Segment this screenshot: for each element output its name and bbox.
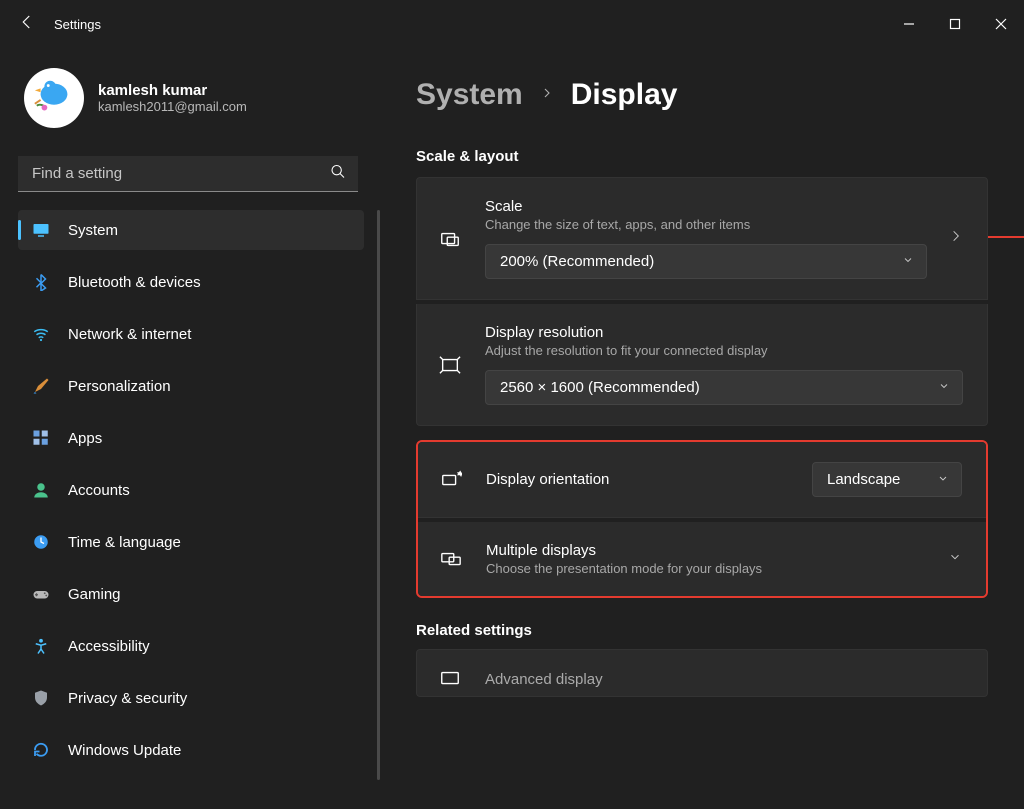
sidebar-item-label: Bluetooth & devices <box>68 274 201 291</box>
sidebar-item-system[interactable]: System <box>18 210 364 250</box>
sidebar-item-label: Gaming <box>68 586 121 603</box>
resolution-title: Display resolution <box>485 324 963 341</box>
sidebar-item-apps[interactable]: Apps <box>18 418 364 458</box>
advanced-display-title: Advanced display <box>485 671 963 688</box>
paintbrush-icon <box>32 377 50 395</box>
scale-value: 200% (Recommended) <box>500 253 654 270</box>
orientation-icon <box>438 469 464 491</box>
sidebar-item-label: Apps <box>68 430 102 447</box>
sidebar-item-bluetooth[interactable]: Bluetooth & devices <box>18 262 364 302</box>
orientation-select[interactable]: Landscape <box>812 462 962 497</box>
highlight-annotation: Display orientation Landscape Multiple d… <box>416 440 988 598</box>
wifi-icon <box>32 325 50 343</box>
scale-title: Scale <box>485 198 927 215</box>
user-profile[interactable]: kamlesh kumar kamlesh2011@gmail.com <box>18 58 380 150</box>
maximize-button[interactable] <box>932 1 978 47</box>
advanced-display-card[interactable]: Advanced display <box>416 649 988 697</box>
scale-card[interactable]: Scale Change the size of text, apps, and… <box>416 177 988 300</box>
related-settings-heading: Related settings <box>416 622 988 639</box>
advanced-display-icon <box>437 668 463 690</box>
sidebar-item-windows-update[interactable]: Windows Update <box>18 730 364 770</box>
multiple-displays-icon <box>438 548 464 570</box>
nav-list: System Bluetooth & devices Network & int… <box>18 210 380 780</box>
chevron-down-icon <box>937 471 949 488</box>
system-icon <box>32 221 50 239</box>
titlebar: Settings <box>0 0 1024 48</box>
scale-select[interactable]: 200% (Recommended) <box>485 244 927 279</box>
chevron-right-icon <box>541 86 553 104</box>
chevron-down-icon <box>902 253 914 270</box>
gamepad-icon <box>32 585 50 603</box>
back-button[interactable] <box>18 13 36 36</box>
search-input[interactable] <box>18 156 358 192</box>
scale-layout-heading: Scale & layout <box>416 148 988 165</box>
breadcrumb-current: Display <box>571 78 678 112</box>
resolution-subtitle: Adjust the resolution to fit your connec… <box>485 343 963 358</box>
multiple-displays-card[interactable]: Multiple displays Choose the presentatio… <box>418 522 986 596</box>
chevron-down-icon <box>938 379 950 396</box>
sidebar-item-label: Time & language <box>68 534 181 551</box>
settings-window: Settings <box>0 0 1024 809</box>
breadcrumb-parent[interactable]: System <box>416 78 523 112</box>
sidebar-item-label: Windows Update <box>68 742 181 759</box>
update-icon <box>32 741 50 759</box>
sidebar-item-label: Personalization <box>68 378 171 395</box>
minimize-button[interactable] <box>886 1 932 47</box>
multiple-displays-subtitle: Choose the presentation mode for your di… <box>486 561 926 576</box>
resolution-card[interactable]: Display resolution Adjust the resolution… <box>416 304 988 426</box>
sidebar-item-label: System <box>68 222 118 239</box>
sidebar-item-accounts[interactable]: Accounts <box>18 470 364 510</box>
resolution-icon <box>437 354 463 376</box>
avatar <box>24 68 84 128</box>
sidebar-item-label: Privacy & security <box>68 690 187 707</box>
apps-icon <box>32 429 50 447</box>
search-icon <box>330 164 346 185</box>
sidebar-item-label: Accounts <box>68 482 130 499</box>
scale-icon <box>437 228 463 250</box>
sidebar-item-personalization[interactable]: Personalization <box>18 366 364 406</box>
main-content: System Display Scale & layout Scale <box>380 48 1024 809</box>
clock-globe-icon <box>32 533 50 551</box>
sidebar-item-time-language[interactable]: Time & language <box>18 522 364 562</box>
close-button[interactable] <box>978 1 1024 47</box>
scale-subtitle: Change the size of text, apps, and other… <box>485 217 927 232</box>
accessibility-icon <box>32 637 50 655</box>
orientation-card[interactable]: Display orientation Landscape <box>418 442 986 518</box>
sidebar-item-label: Network & internet <box>68 326 191 343</box>
person-icon <box>32 481 50 499</box>
sidebar: kamlesh kumar kamlesh2011@gmail.com Syst… <box>0 48 380 809</box>
sidebar-item-network[interactable]: Network & internet <box>18 314 364 354</box>
resolution-value: 2560 × 1600 (Recommended) <box>500 379 700 396</box>
shield-icon <box>32 689 50 707</box>
orientation-value: Landscape <box>827 471 900 488</box>
orientation-title: Display orientation <box>486 471 790 488</box>
bluetooth-icon <box>32 273 50 291</box>
sidebar-item-gaming[interactable]: Gaming <box>18 574 364 614</box>
breadcrumb: System Display <box>416 78 988 112</box>
chevron-right-icon <box>949 229 963 248</box>
sidebar-item-accessibility[interactable]: Accessibility <box>18 626 364 666</box>
profile-email: kamlesh2011@gmail.com <box>98 99 247 114</box>
search-box[interactable] <box>18 156 358 192</box>
sidebar-item-privacy[interactable]: Privacy & security <box>18 678 364 718</box>
sidebar-item-label: Accessibility <box>68 638 150 655</box>
profile-name: kamlesh kumar <box>98 82 247 99</box>
chevron-down-icon <box>948 550 962 569</box>
resolution-select[interactable]: 2560 × 1600 (Recommended) <box>485 370 963 405</box>
app-title: Settings <box>54 17 101 32</box>
multiple-displays-title: Multiple displays <box>486 542 926 559</box>
